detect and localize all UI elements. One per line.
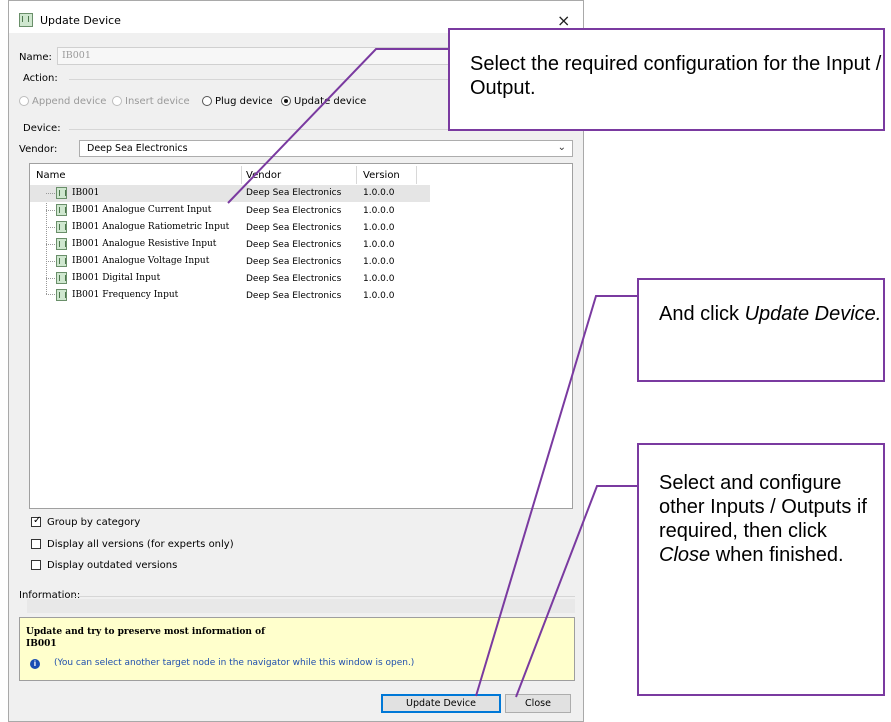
info-title: Update and try to preserve most informat… xyxy=(26,627,265,637)
action-group-label: Action: xyxy=(23,73,58,84)
table-row[interactable]: IB001 Frequency Input Deep Sea Electroni… xyxy=(30,287,430,304)
insert-device-radio xyxy=(112,96,122,106)
name-label: Name: xyxy=(19,52,52,63)
insert-device-label: Insert device xyxy=(125,96,190,107)
update-device-label[interactable]: Update device xyxy=(294,96,366,107)
device-vendor: Deep Sea Electronics xyxy=(246,223,342,233)
device-icon xyxy=(56,204,67,216)
group-divider xyxy=(73,596,575,597)
info-message: (You can select another target node in t… xyxy=(54,658,415,668)
dialog-title: Update Device xyxy=(40,14,121,27)
callout-text: when finished. xyxy=(710,544,844,566)
device-version: 1.0.0.0 xyxy=(363,240,395,250)
column-separator[interactable] xyxy=(416,166,417,184)
update-device-radio[interactable] xyxy=(281,96,291,106)
vendor-selected-value: Deep Sea Electronics xyxy=(87,143,188,154)
table-row[interactable]: IB001 Digital Input Deep Sea Electronics… xyxy=(30,270,430,287)
callout-update-device: And click Update Device. xyxy=(637,278,885,382)
callout-emphasis: Close xyxy=(659,544,711,566)
device-icon xyxy=(56,221,67,233)
table-row[interactable]: IB001 Deep Sea Electronics 1.0.0.0 xyxy=(30,185,430,202)
display-outdated-label[interactable]: Display outdated versions xyxy=(47,560,177,571)
column-separator[interactable] xyxy=(356,166,357,184)
close-button[interactable]: Close xyxy=(505,694,571,713)
column-header-name[interactable]: Name xyxy=(36,170,66,181)
display-outdated-checkbox[interactable] xyxy=(31,560,41,570)
append-device-radio xyxy=(19,96,29,106)
device-vendor: Deep Sea Electronics xyxy=(246,274,342,284)
device-icon xyxy=(56,289,67,301)
column-header-version[interactable]: Version xyxy=(363,170,400,181)
info-icon: i xyxy=(30,659,40,669)
device-vendor: Deep Sea Electronics xyxy=(246,188,342,198)
group-by-category-label[interactable]: Group by category xyxy=(47,517,140,528)
information-strip xyxy=(27,599,575,613)
callout-text: Select the required configuration for th… xyxy=(470,53,882,99)
device-name: IB001 Analogue Ratiometric Input xyxy=(72,222,230,232)
info-panel: Update and try to preserve most informat… xyxy=(19,617,575,681)
callout-text: Select and configure other Inputs / Outp… xyxy=(659,472,867,542)
device-version: 1.0.0.0 xyxy=(363,206,395,216)
group-by-category-checkbox[interactable]: ✓ xyxy=(31,515,42,527)
device-vendor: Deep Sea Electronics xyxy=(246,257,342,267)
vendor-label: Vendor: xyxy=(19,144,58,155)
callout-text: And click xyxy=(659,303,745,325)
device-group-label: Device: xyxy=(23,123,61,134)
device-vendor: Deep Sea Electronics xyxy=(246,291,342,301)
callout-close: Select and configure other Inputs / Outp… xyxy=(637,443,885,696)
chevron-down-icon: ⌄ xyxy=(557,142,566,153)
plug-device-radio[interactable] xyxy=(202,96,212,106)
table-row[interactable]: IB001 Analogue Ratiometric Input Deep Se… xyxy=(30,219,430,236)
device-name: IB001 Analogue Voltage Input xyxy=(72,256,210,266)
callout-select-configuration: Select the required configuration for th… xyxy=(448,28,885,131)
vendor-select[interactable]: Deep Sea Electronics ⌄ xyxy=(79,140,573,157)
device-name: IB001 Analogue Resistive Input xyxy=(72,239,217,249)
display-all-versions-label[interactable]: Display all versions (for experts only) xyxy=(47,539,234,550)
column-separator[interactable] xyxy=(241,166,242,184)
device-name: IB001 xyxy=(72,188,100,198)
device-version: 1.0.0.0 xyxy=(363,274,395,284)
table-row[interactable]: IB001 Analogue Resistive Input Deep Sea … xyxy=(30,236,430,253)
device-vendor: Deep Sea Electronics xyxy=(246,240,342,250)
device-icon xyxy=(56,187,67,199)
device-icon xyxy=(19,13,33,27)
device-name: IB001 Digital Input xyxy=(72,273,161,283)
device-icon xyxy=(56,255,67,267)
append-device-label: Append device xyxy=(32,96,107,107)
table-row[interactable]: IB001 Analogue Current Input Deep Sea El… xyxy=(30,202,430,219)
table-row[interactable]: IB001 Analogue Voltage Input Deep Sea El… xyxy=(30,253,430,270)
device-version: 1.0.0.0 xyxy=(363,257,395,267)
callout-emphasis: Update Device. xyxy=(744,303,882,325)
device-icon xyxy=(56,272,67,284)
device-version: 1.0.0.0 xyxy=(363,291,395,301)
device-tree[interactable]: Name Vendor Version IB001 Deep Sea Elect… xyxy=(29,163,573,509)
plug-device-label[interactable]: Plug device xyxy=(215,96,273,107)
device-version: 1.0.0.0 xyxy=(363,223,395,233)
device-icon xyxy=(56,238,67,250)
device-name: IB001 Analogue Current Input xyxy=(72,205,212,215)
column-header-vendor[interactable]: Vendor xyxy=(246,170,281,181)
device-vendor: Deep Sea Electronics xyxy=(246,206,342,216)
device-version: 1.0.0.0 xyxy=(363,188,395,198)
device-name: IB001 Frequency Input xyxy=(72,290,179,300)
update-device-button[interactable]: Update Device xyxy=(381,694,501,713)
display-all-versions-checkbox[interactable] xyxy=(31,539,41,549)
info-node-name: IB001 xyxy=(26,639,57,649)
checkmark-icon: ✓ xyxy=(33,515,42,526)
